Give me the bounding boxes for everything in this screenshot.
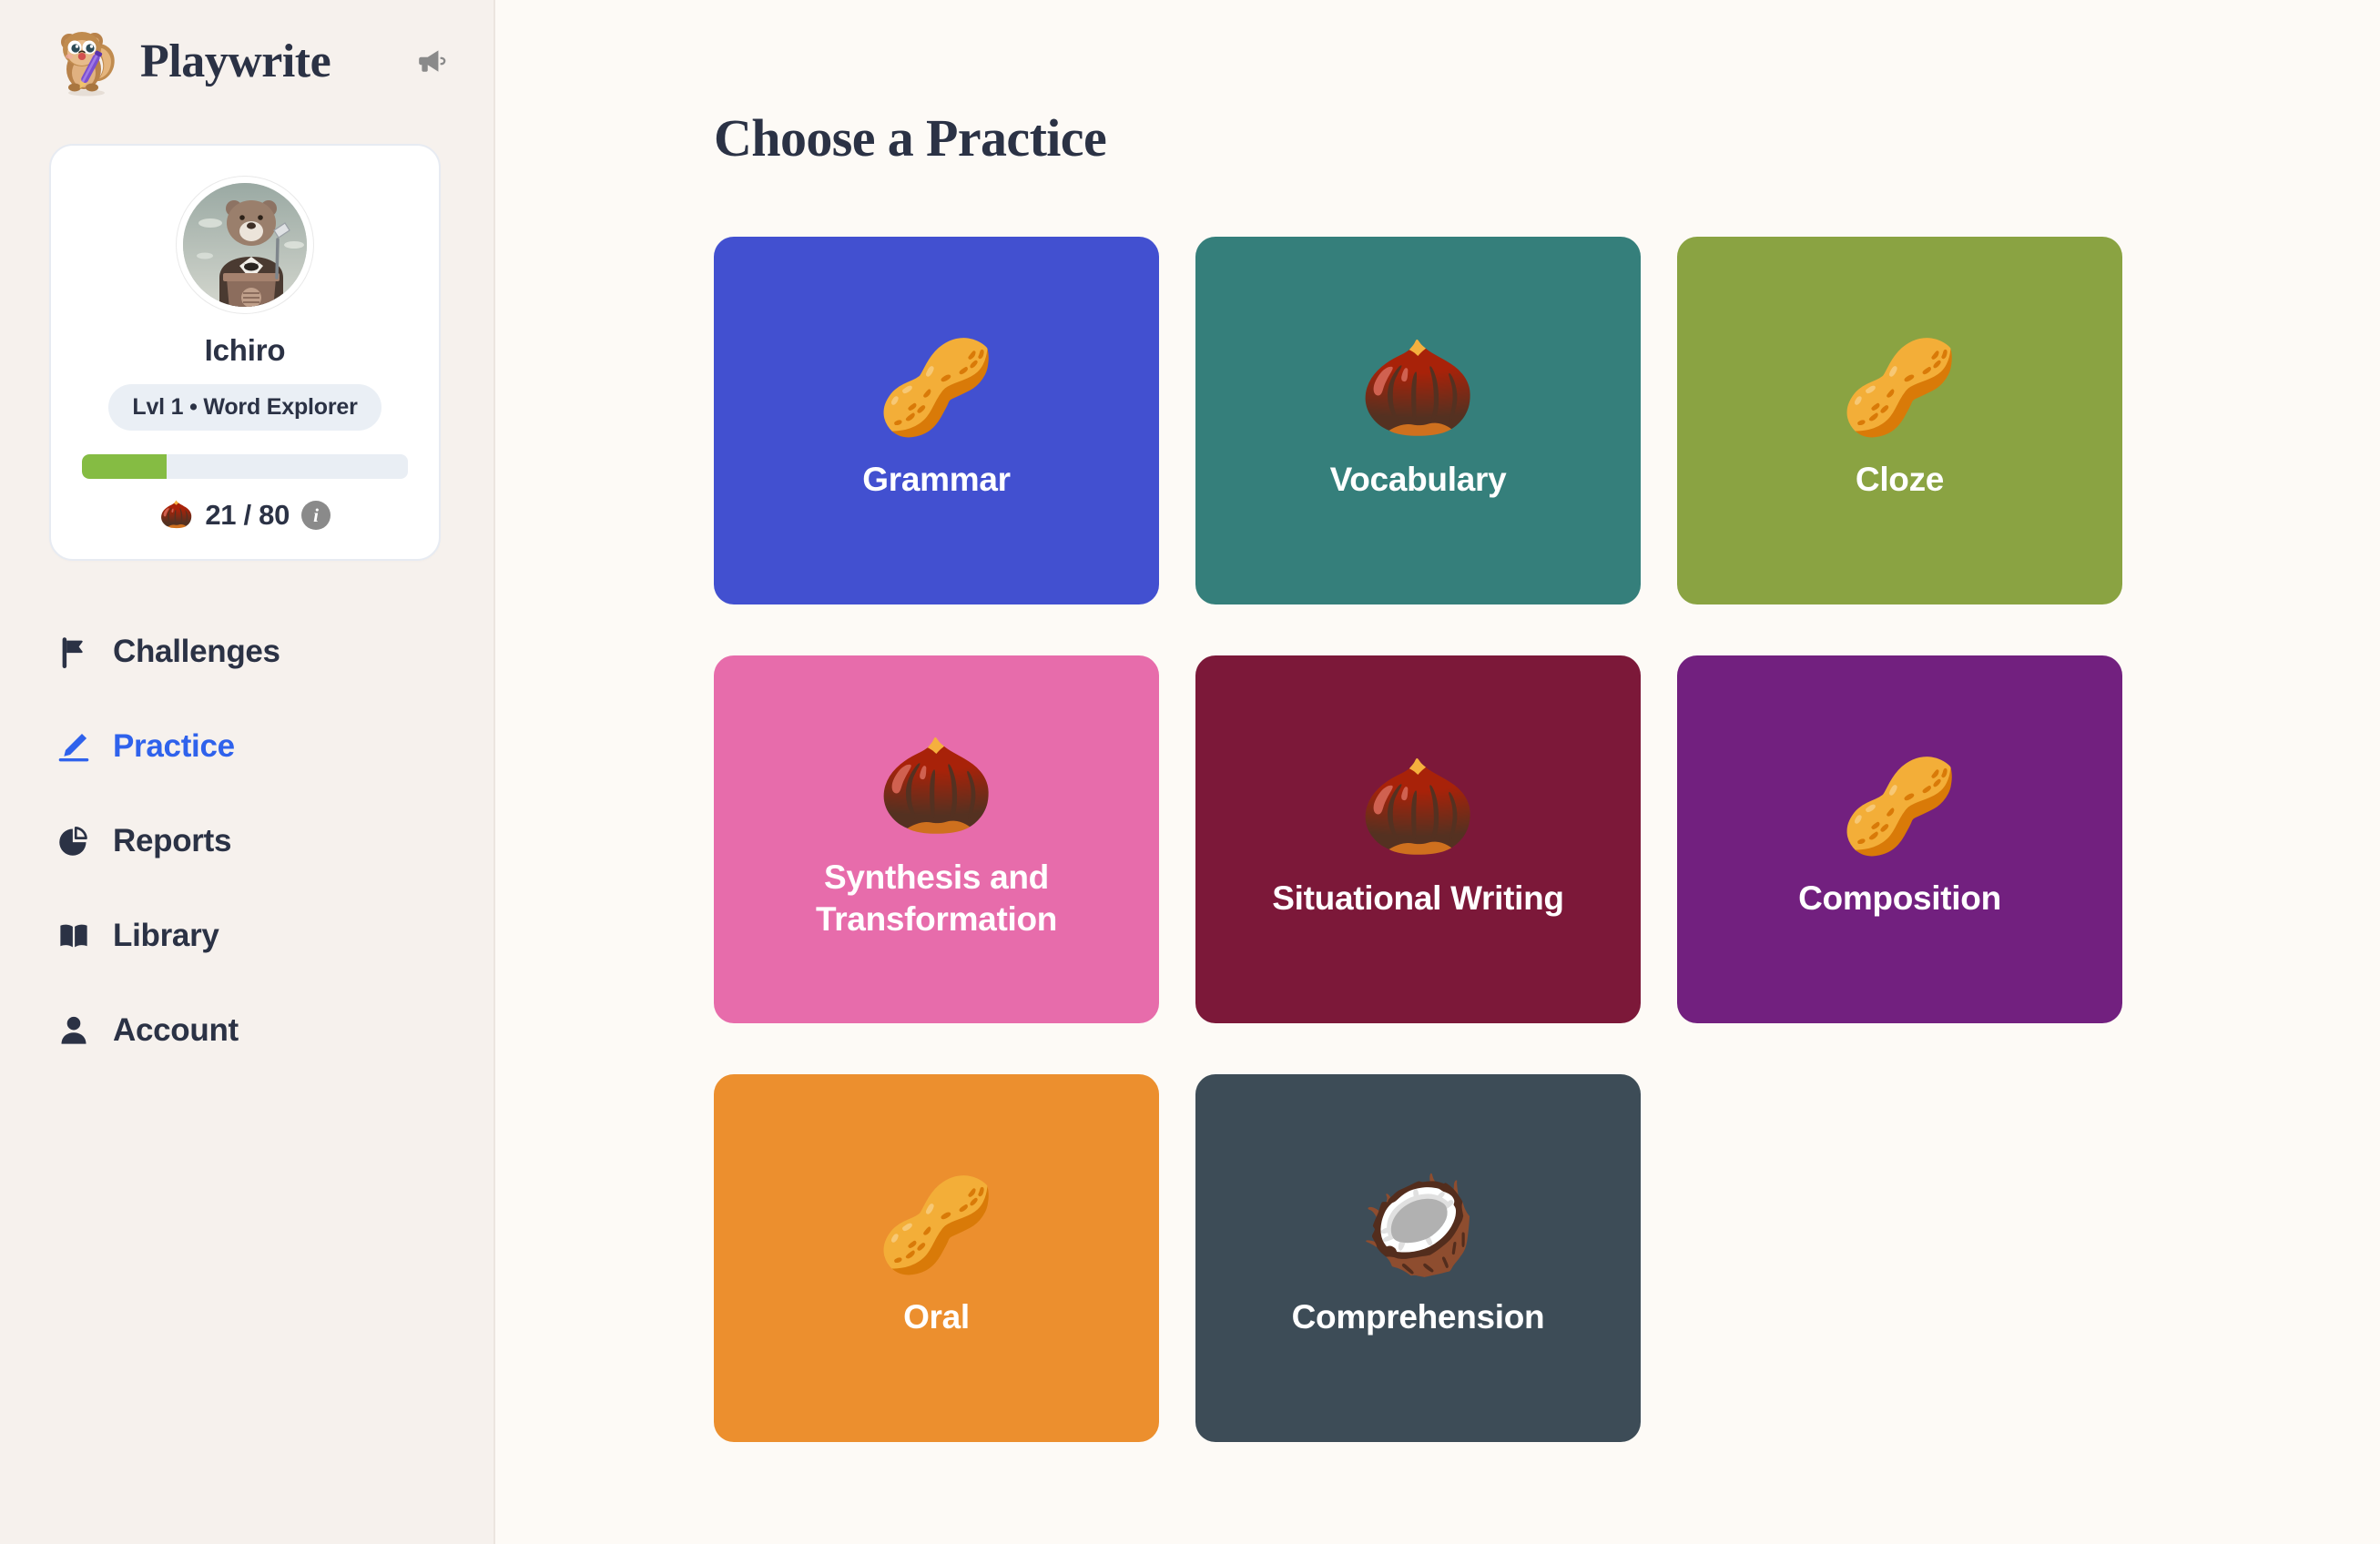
xp-progress-bar: [82, 454, 408, 479]
pecan-nuts-icon: 🥜: [1840, 335, 1959, 442]
practice-card-grammar[interactable]: 🥜 Grammar: [714, 237, 1159, 604]
practice-card-label: Situational Writing: [1272, 879, 1564, 918]
brand-header: Playwrite: [0, 0, 493, 122]
practice-card-oral[interactable]: 🥜 Oral: [714, 1074, 1159, 1442]
sidebar-item-challenges[interactable]: Challenges: [36, 604, 457, 699]
pencil-icon: [56, 729, 91, 764]
sidebar-item-label: Account: [113, 1012, 239, 1048]
sidebar-item-label: Reports: [113, 823, 232, 858]
practice-card-vocabulary[interactable]: 🌰 Vocabulary: [1195, 237, 1641, 604]
person-icon: [56, 1013, 91, 1048]
acorn-icon: 🌰: [158, 500, 194, 530]
practice-card-comprehension[interactable]: 🥥 Comprehension: [1195, 1074, 1641, 1442]
pistachios-icon: 🥜: [1840, 754, 1959, 860]
megaphone-icon[interactable]: [412, 41, 452, 81]
practice-card-label: Synthesis and Transformation: [815, 858, 1058, 938]
practice-card-label: Oral: [903, 1298, 970, 1336]
practice-card-label: Composition: [1798, 879, 2001, 918]
cashew-nuts-icon: 🥜: [877, 335, 996, 442]
practice-card-label: Grammar: [862, 461, 1011, 499]
xp-count: 21 / 80: [205, 499, 290, 531]
app-root: Playwrite Ichiro Lvl 1 • Word Explorer 🌰…: [0, 0, 2380, 1544]
sidebar-nav: Challenges Practice Reports Library Acco…: [0, 604, 493, 1078]
profile-card: Ichiro Lvl 1 • Word Explorer 🌰 21 / 80 i: [49, 144, 441, 561]
practice-card-label: Vocabulary: [1329, 461, 1507, 499]
practice-card-synthesis-and-transformation[interactable]: 🌰 Synthesis and Transformation: [714, 655, 1159, 1023]
flag-icon: [56, 635, 91, 669]
coconut-icon: 🥥: [1358, 1173, 1478, 1279]
acorns-icon: 🌰: [877, 733, 996, 839]
squirrel-with-pen-logo: [49, 24, 124, 98]
pie-chart-icon: [56, 824, 91, 858]
brand-name: Playwrite: [140, 35, 331, 87]
peanuts-icon: 🥜: [877, 1173, 996, 1279]
book-icon: [56, 919, 91, 953]
sidebar-item-label: Practice: [113, 728, 235, 764]
practice-card-composition[interactable]: 🥜 Composition: [1677, 655, 2122, 1023]
practice-card-label: Comprehension: [1291, 1298, 1545, 1336]
practice-card-grid: 🥜 Grammar 🌰 Vocabulary 🥜 Cloze 🌰 Synthesis and …: [714, 237, 2137, 1442]
sidebar: Playwrite Ichiro Lvl 1 • Word Explorer 🌰…: [0, 0, 495, 1544]
avatar: [177, 177, 313, 313]
sidebar-item-practice[interactable]: Practice: [36, 699, 457, 794]
sidebar-item-label: Challenges: [113, 634, 280, 669]
sidebar-item-library[interactable]: Library: [36, 889, 457, 983]
practice-card-cloze[interactable]: 🥜 Cloze: [1677, 237, 2122, 604]
cracked-nut-icon: 🌰: [1358, 335, 1478, 442]
practice-card-situational-writing[interactable]: 🌰 Situational Writing: [1195, 655, 1641, 1023]
sidebar-item-account[interactable]: Account: [36, 983, 457, 1078]
xp-progress-fill: [82, 454, 168, 479]
walnut-icon: 🌰: [1358, 754, 1478, 860]
practice-card-label: Cloze: [1855, 461, 1945, 499]
sidebar-item-reports[interactable]: Reports: [36, 794, 457, 889]
sidebar-item-label: Library: [113, 918, 219, 953]
profile-username: Ichiro: [204, 333, 286, 367]
main-content: Choose a Practice 🥜 Grammar 🌰 Vocabulary 🥜 Cl…: [495, 0, 2380, 1544]
xp-summary: 🌰 21 / 80 i: [82, 499, 408, 532]
info-icon[interactable]: i: [301, 501, 331, 530]
page-title: Choose a Practice: [714, 108, 1107, 168]
level-badge: Lvl 1 • Word Explorer: [108, 384, 381, 431]
